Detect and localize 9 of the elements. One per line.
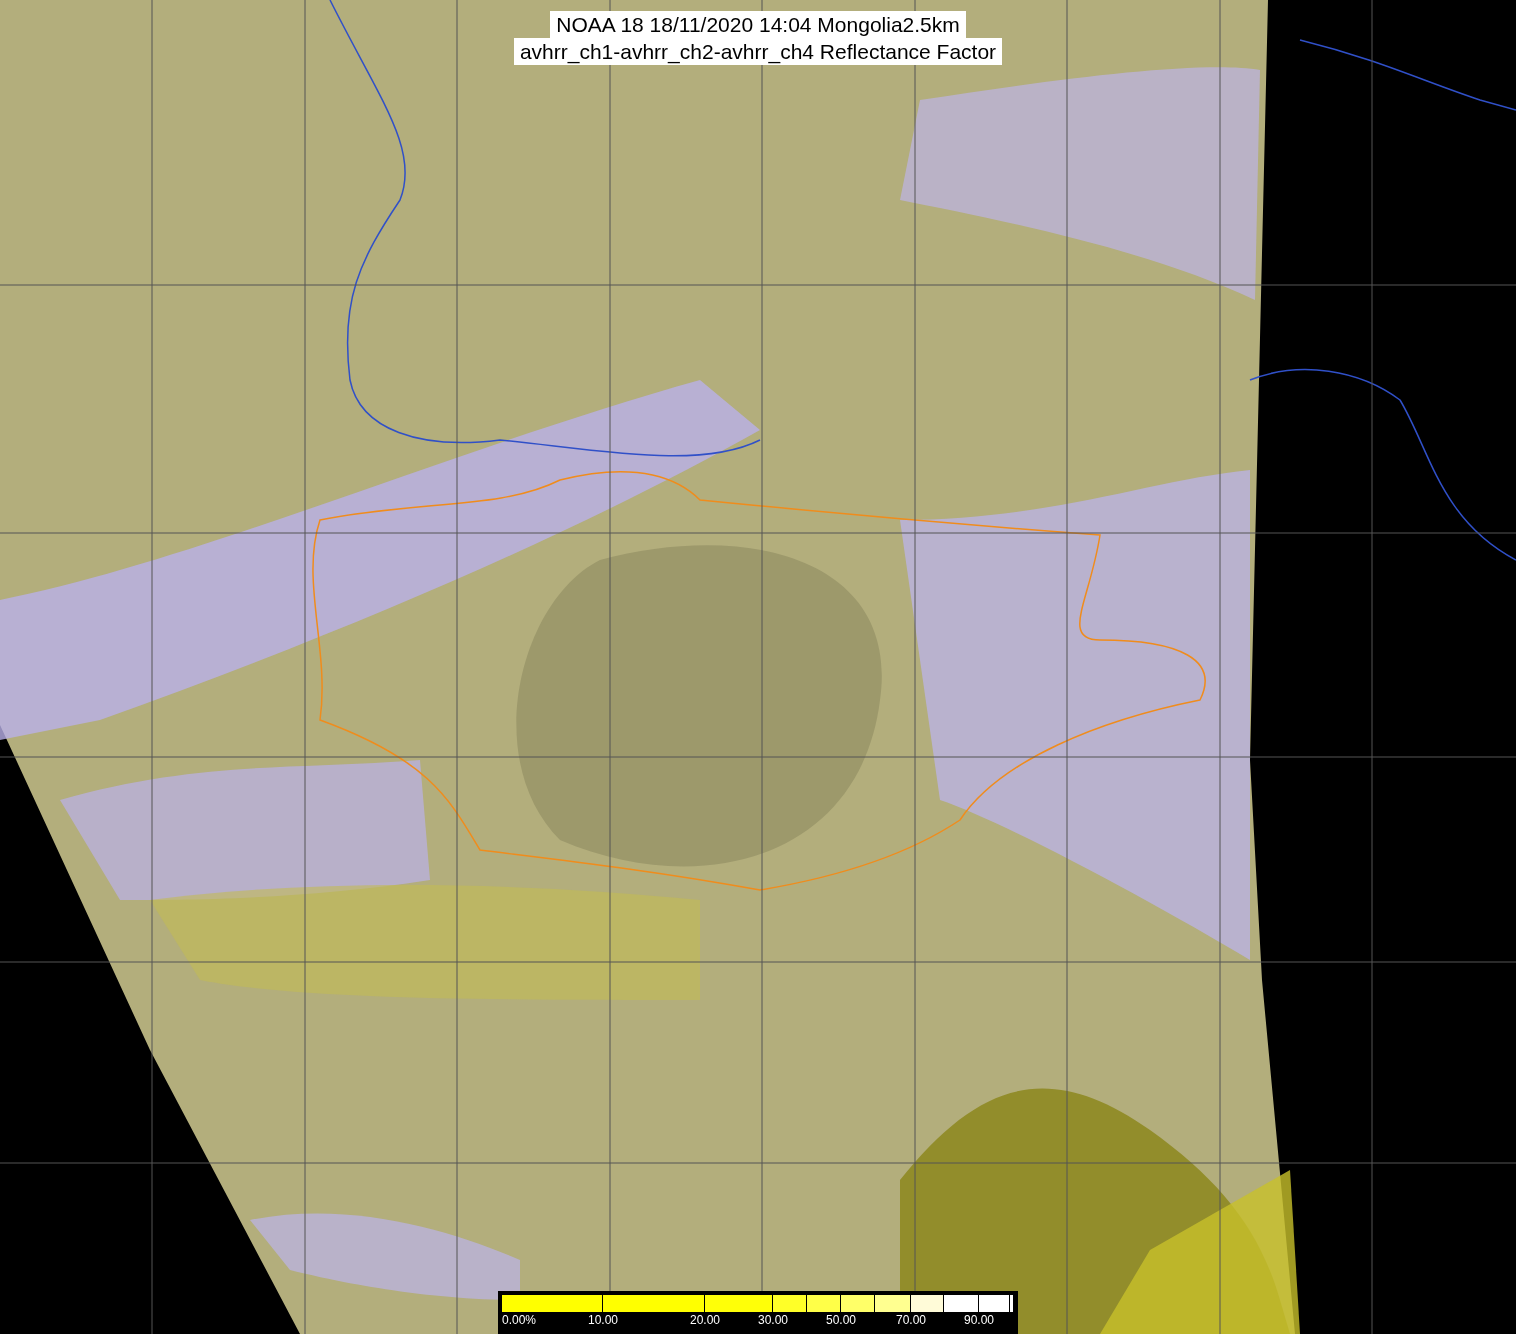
colorbar-label: 30.00 — [758, 1312, 788, 1328]
map-title: avhrr_ch1-avhrr_ch2-avhrr_ch4 Reflectance Factor — [513, 38, 1003, 65]
colorbar-label: 90.00 — [964, 1312, 994, 1328]
colorbar-label: 10.00 — [588, 1312, 618, 1328]
map-title: NOAA 18 18/11/2020 14:04 Mongolia2.5km — [550, 11, 966, 38]
colorbar-label: 0.00% — [502, 1312, 537, 1328]
colorbar-label: 70.00 — [896, 1312, 926, 1328]
colorbar-label: 50.00 — [826, 1312, 856, 1328]
colorbar-label: 20.00 — [690, 1312, 720, 1328]
